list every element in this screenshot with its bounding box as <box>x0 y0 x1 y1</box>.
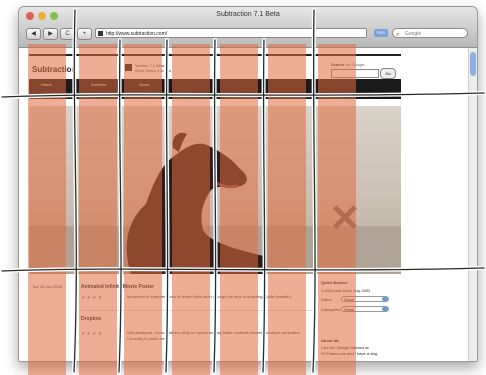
nav-buttons: ◀ ▶ C + <box>26 28 92 40</box>
nav-archives[interactable]: Archives <box>91 82 106 87</box>
about-line-1: I am the Design Director at <box>321 345 369 350</box>
search-placeholder: Google <box>405 31 422 37</box>
version-tagline: What Walks Into Dia <box>135 68 172 73</box>
favicon-icon <box>98 31 103 36</box>
search-label-sub: via Google <box>345 62 365 67</box>
categories-select[interactable]: Show <box>341 306 389 312</box>
scrollbar[interactable] <box>468 48 477 361</box>
entry-rating-2: ★★★★ <box>81 331 103 337</box>
site-nav: Home Archives About <box>29 79 401 99</box>
about-title: About Me <box>321 338 340 343</box>
dates-label: Dates <box>321 297 332 302</box>
entry-text-2: Well-designed, cross-platform utility fo… <box>127 330 301 341</box>
reload-button[interactable]: C <box>60 28 75 40</box>
entry-text: Modernist re-interpretations of recent f… <box>127 294 292 299</box>
scrollbar-thumb[interactable] <box>470 52 476 76</box>
categories-label: Categories <box>321 307 341 312</box>
about-line-2: NYTimes.com and I have a dog. <box>321 351 378 356</box>
dates-select[interactable]: Show <box>341 296 389 302</box>
go-button[interactable]: Go <box>380 68 396 79</box>
search-label-text: Search <box>331 62 345 67</box>
entry-title-2[interactable]: Dropbox <box>81 316 102 322</box>
nav-about[interactable]: About <box>139 82 149 87</box>
address-bar[interactable]: http://www.subtraction.com/ <box>95 28 367 38</box>
version-icon <box>125 64 132 71</box>
back-button[interactable]: ◀ <box>26 28 41 40</box>
dog-image <box>126 132 263 274</box>
nav-home[interactable]: Home <box>41 82 52 87</box>
hero-image: ✕ <box>29 106 401 274</box>
add-bookmark-button[interactable]: + <box>77 28 92 40</box>
site-logo[interactable]: Subtraction <box>32 65 76 74</box>
window-title: Subtraction 7.1 Beta <box>216 11 280 18</box>
divider <box>81 310 317 311</box>
url-text: http://www.subtraction.com/ <box>106 31 168 37</box>
entry-date: Tue 16 Jan 2008 <box>32 284 62 289</box>
page-viewport: Subtraction Version 7.1 Beta What Walks … <box>19 48 477 361</box>
site-header: Subtraction Version 7.1 Beta What Walks … <box>29 54 401 79</box>
entry-rating: ★★★★ <box>81 295 103 301</box>
post-count: 1,438 posts since July 2002 <box>321 288 371 293</box>
site-search-label: Search via Google <box>331 62 365 67</box>
site-search-input[interactable] <box>331 69 379 78</box>
entry-title[interactable]: Animated Infinite Movie Poster <box>81 284 154 290</box>
close-x-mark: ✕ <box>329 198 361 240</box>
google-search-input[interactable]: ⌕ Google <box>392 28 468 38</box>
search-icon: ⌕ <box>396 32 400 38</box>
forward-button[interactable]: ▶ <box>43 28 58 40</box>
browser-window: Subtraction 7.1 Beta ◀ ▶ C + http://www.… <box>18 6 478 362</box>
rss-button[interactable]: RSS <box>374 29 388 37</box>
quick-browse-title: Quick Browse <box>321 280 348 285</box>
title-bar: Subtraction 7.1 Beta ◀ ▶ C + http://www.… <box>19 7 477 48</box>
